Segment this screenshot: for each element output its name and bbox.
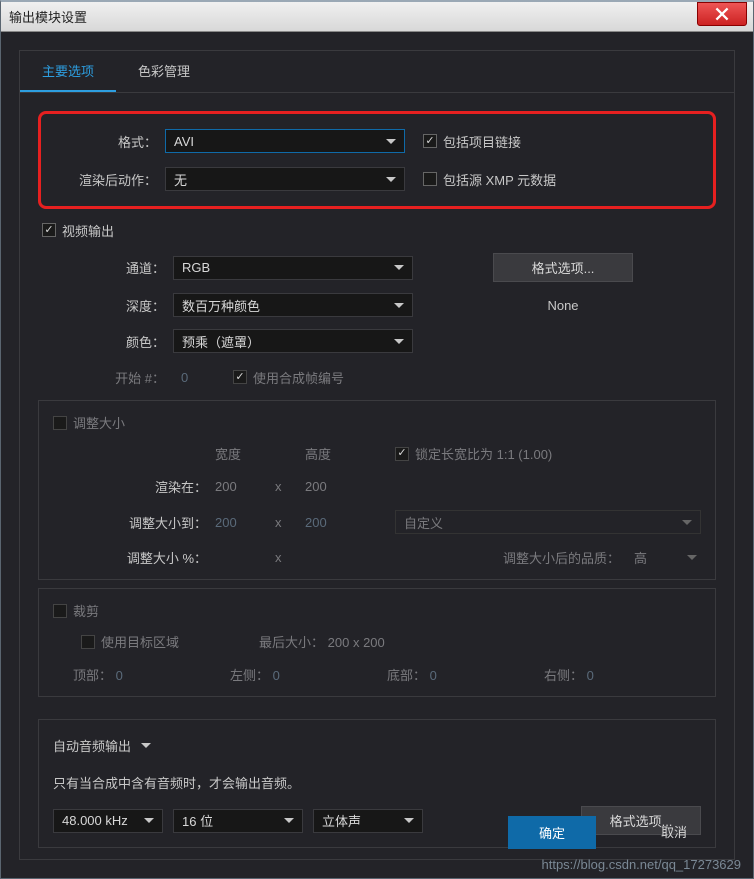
depth-value: 数百万种颜色 [182, 296, 388, 315]
tab-main[interactable]: 主要选项 [20, 51, 116, 92]
crop-left-value: 0 [273, 668, 280, 683]
window: 输出模块设置 主要选项 色彩管理 格式： AVI [0, 0, 754, 879]
format-dropdown[interactable]: AVI [165, 129, 405, 153]
crop-right-value: 0 [587, 668, 594, 683]
lock-aspect-label: 锁定长宽比为 1:1 (1.00) [415, 444, 552, 463]
crop-section: 裁剪 使用目标区域 最后大小： 200 x 200 顶部： 0 [38, 588, 716, 697]
final-size-value: 200 x 200 [328, 635, 385, 650]
chevron-down-icon [394, 339, 404, 344]
depth-label: 深度： [78, 296, 173, 315]
audio-rate-dropdown[interactable]: 48.000 kHz [53, 809, 163, 833]
x-separator: x [275, 550, 305, 565]
depth-dropdown[interactable]: 数百万种颜色 [173, 293, 413, 317]
resize-section: 调整大小 宽度 高度 锁定长宽比为 1:1 (1.00) 渲染在： 2 [38, 400, 716, 580]
include-xmp-label: 包括源 XMP 元数据 [443, 170, 556, 189]
chevron-down-icon [682, 520, 692, 525]
post-render-value: 无 [174, 170, 380, 189]
chevron-down-icon [394, 265, 404, 270]
ok-button[interactable]: 确定 [508, 816, 596, 849]
render-height: 200 [305, 479, 365, 494]
height-header: 高度 [305, 444, 365, 463]
chevron-down-icon [284, 818, 294, 823]
chevron-down-icon [394, 303, 404, 308]
post-render-dropdown[interactable]: 无 [165, 167, 405, 191]
tab-color-management[interactable]: 色彩管理 [116, 51, 212, 92]
audio-output-mode-value: 自动音频输出 [53, 736, 131, 755]
resize-quality-dropdown: 高 [630, 548, 701, 567]
video-output-checkbox[interactable] [42, 223, 56, 237]
audio-channels-dropdown[interactable]: 立体声 [313, 809, 423, 833]
crop-left-label: 左侧： [230, 668, 269, 683]
resize-quality-label: 调整大小后的品质： [503, 548, 620, 567]
resize-to-label: 调整大小到： [105, 513, 215, 532]
x-separator: x [275, 515, 305, 530]
crop-right-label: 右侧： [544, 668, 583, 683]
resize-preset-value: 自定义 [404, 513, 676, 532]
chevron-down-icon [386, 177, 396, 182]
content: 主要选项 色彩管理 格式： AVI 包括项目链接 [1, 32, 753, 878]
color-value: 预乘（遮罩） [182, 332, 388, 351]
include-project-link-label: 包括项目链接 [443, 132, 521, 151]
lock-aspect-checkbox [395, 447, 409, 461]
tabs: 主要选项 色彩管理 [20, 51, 734, 93]
cancel-button[interactable]: 取消 [630, 816, 718, 849]
video-output-label: 视频输出 [62, 221, 114, 240]
resize-title: 调整大小 [73, 413, 125, 432]
render-width: 200 [215, 479, 275, 494]
format-value: AVI [174, 134, 380, 149]
inner-panel: 主要选项 色彩管理 格式： AVI 包括项目链接 [19, 50, 735, 860]
color-dropdown[interactable]: 预乘（遮罩） [173, 329, 413, 353]
chevron-down-icon [404, 818, 414, 823]
render-at-label: 渲染在： [105, 477, 215, 496]
format-label: 格式： [55, 132, 165, 151]
chevron-down-icon [386, 139, 396, 144]
main-panel: 格式： AVI 包括项目链接 渲染后动作： [20, 93, 734, 848]
use-comp-frame-label: 使用合成帧编号 [253, 368, 344, 387]
dialog-footer: 确定 取消 [508, 816, 718, 849]
audio-channels-value: 立体声 [322, 811, 398, 830]
channels-label: 通道： [78, 258, 173, 277]
chevron-down-icon [144, 818, 154, 823]
start-number-label: 开始 #： [78, 368, 173, 387]
audio-output-mode-dropdown[interactable]: 自动音频输出 [53, 732, 151, 759]
resize-pct-label: 调整大小 %： [105, 548, 215, 567]
format-highlight-box: 格式： AVI 包括项目链接 渲染后动作： [38, 111, 716, 209]
channels-dropdown[interactable]: RGB [173, 256, 413, 280]
audio-note: 只有当合成中含有音频时，才会输出音频。 [53, 773, 701, 792]
audio-bits-value: 16 位 [182, 811, 278, 830]
resize-checkbox[interactable] [53, 416, 67, 430]
crop-checkbox[interactable] [53, 604, 67, 618]
crop-top-label: 顶部： [73, 668, 112, 683]
crop-title: 裁剪 [73, 601, 99, 620]
chevron-down-icon [141, 743, 151, 748]
final-size-label: 最后大小： [259, 635, 324, 650]
crop-bottom-value: 0 [430, 668, 437, 683]
window-title: 输出模块设置 [9, 7, 87, 26]
start-number-value: 0 [173, 370, 233, 385]
crop-bottom-label: 底部： [387, 668, 426, 683]
use-roi-label: 使用目标区域 [101, 632, 179, 651]
use-roi-checkbox [81, 635, 95, 649]
use-comp-frame-checkbox [233, 370, 247, 384]
include-project-link-checkbox[interactable] [423, 134, 437, 148]
audio-rate-value: 48.000 kHz [62, 813, 138, 828]
close-button[interactable] [697, 2, 747, 26]
include-xmp-checkbox[interactable] [423, 172, 437, 186]
crop-top-value: 0 [116, 668, 123, 683]
resize-width: 200 [215, 515, 275, 530]
codec-name: None [493, 298, 633, 313]
width-header: 宽度 [215, 444, 275, 463]
post-render-label: 渲染后动作： [55, 170, 165, 189]
resize-height: 200 [305, 515, 365, 530]
titlebar: 输出模块设置 [1, 2, 753, 32]
x-separator: x [275, 479, 305, 494]
close-icon [715, 7, 729, 21]
channels-value: RGB [182, 260, 388, 275]
chevron-down-icon [687, 555, 697, 560]
resize-preset-dropdown: 自定义 [395, 510, 701, 534]
video-format-options-button[interactable]: 格式选项... [493, 253, 633, 282]
audio-bits-dropdown[interactable]: 16 位 [173, 809, 303, 833]
resize-quality-value: 高 [634, 548, 647, 567]
color-label: 颜色： [78, 332, 173, 351]
